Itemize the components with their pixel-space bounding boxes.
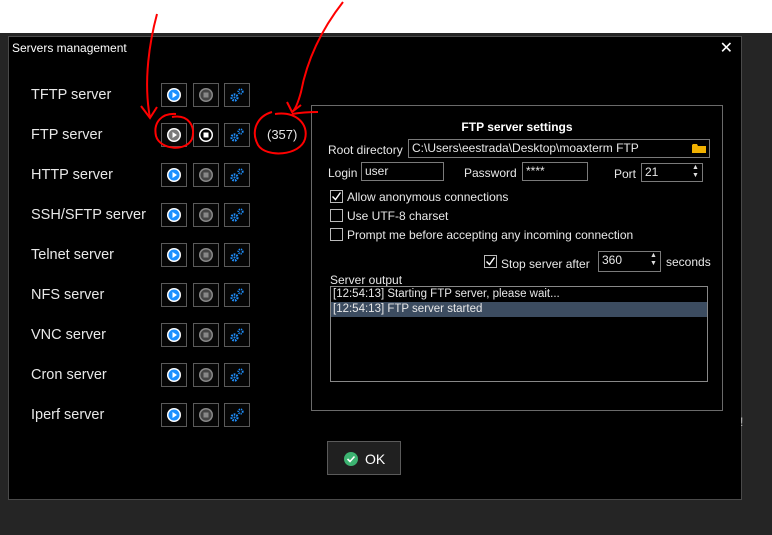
annotation-overlay — [140, 1, 344, 155]
annotation-arrowhead-right — [286, 101, 302, 114]
annotation-arrow-left — [146, 13, 158, 119]
annotation-arrow-right — [291, 1, 344, 113]
annotation-circle-start — [154, 112, 194, 149]
annotation-circle-count — [253, 111, 307, 155]
annotation-arrow-mid — [291, 111, 319, 115]
